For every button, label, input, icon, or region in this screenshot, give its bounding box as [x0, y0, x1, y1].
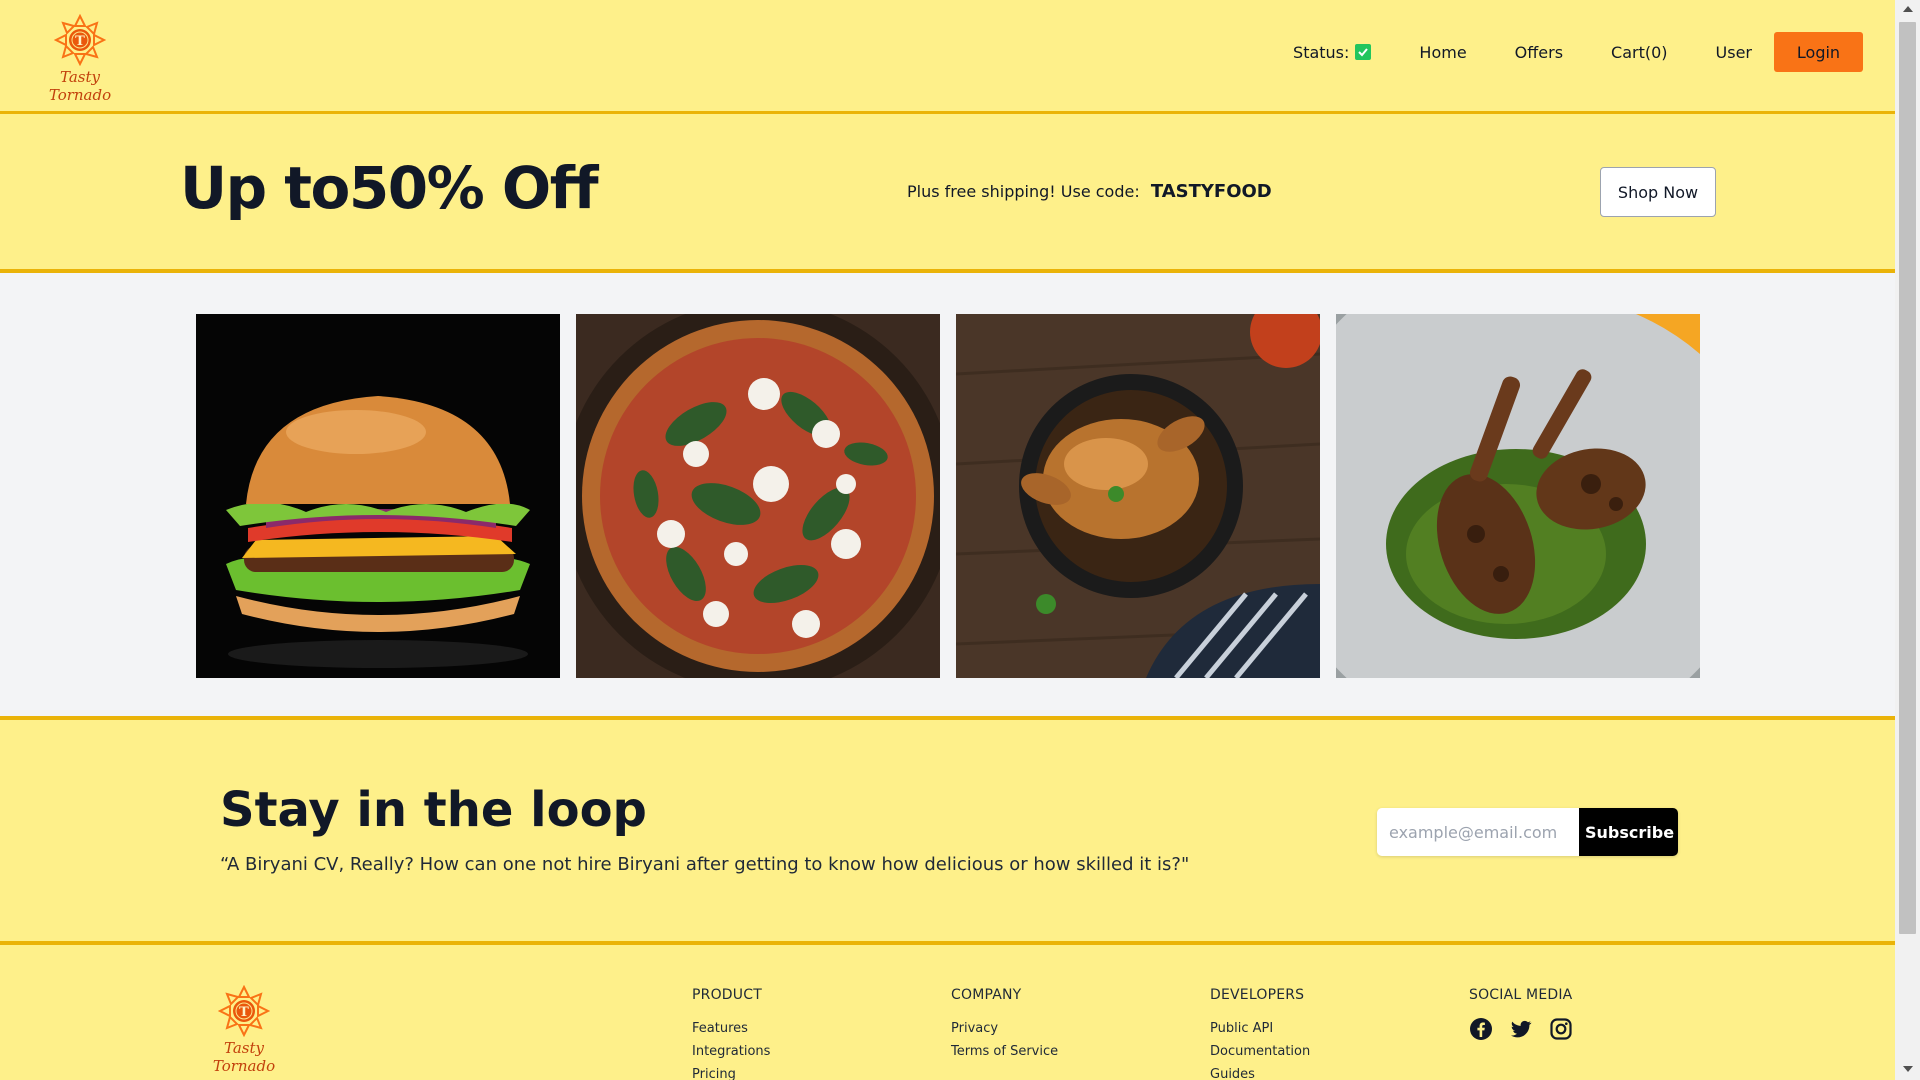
newsletter-title: Stay in the loop — [220, 782, 647, 838]
roast-chicken-image — [956, 314, 1320, 678]
footer-link-features[interactable]: Features — [692, 1021, 770, 1036]
footer-column-title: PRODUCT — [692, 987, 762, 1003]
promo-code: TASTYFOOD — [1150, 181, 1272, 202]
email-input[interactable] — [1377, 808, 1579, 856]
brand-logo[interactable]: T Tasty Tornado — [30, 14, 130, 104]
main-nav: Status: Home Offers Cart(0) User Login — [1293, 32, 1863, 72]
instagram-icon[interactable] — [1549, 1017, 1573, 1041]
twitter-icon[interactable] — [1509, 1017, 1533, 1041]
newsletter-section: Stay in the loop “A Biryani CV, Really? … — [0, 720, 1895, 945]
nav-home-link[interactable]: Home — [1419, 43, 1466, 62]
footer-brand-name: Tasty Tornado — [212, 1039, 276, 1075]
footer-brand-logo[interactable]: T Tasty Tornado — [194, 985, 294, 1075]
svg-text:T: T — [75, 34, 85, 49]
footer-link-privacy[interactable]: Privacy — [951, 1021, 1058, 1036]
footer-link-integrations[interactable]: Integrations — [692, 1044, 770, 1059]
nav-cart-link[interactable]: Cart(0) — [1611, 43, 1668, 62]
social-links — [1469, 1017, 1573, 1041]
nav-offers-link[interactable]: Offers — [1515, 43, 1563, 62]
shop-now-button[interactable]: Shop Now — [1600, 167, 1716, 217]
footer-column-title: SOCIAL MEDIA — [1469, 987, 1573, 1003]
promo-text: Plus free shipping! Use code: — [907, 182, 1140, 201]
login-button[interactable]: Login — [1774, 32, 1863, 72]
page: T Tasty Tornado Status: Home Offers Cart… — [0, 0, 1895, 1080]
status-indicator: Status: — [1293, 42, 1372, 62]
footer-column-title: COMPANY — [951, 987, 1022, 1003]
scroll-down-arrow-icon[interactable] — [1903, 1066, 1913, 1072]
scrollbar-thumb[interactable] — [1899, 22, 1916, 934]
promo-banner: Up to50% Off Plus free shipping! Use cod… — [0, 114, 1895, 273]
subscribe-button[interactable]: Subscribe — [1579, 808, 1678, 856]
facebook-icon[interactable] — [1469, 1017, 1493, 1041]
footer-column-company: COMPANY Privacy Terms of Service — [951, 987, 1058, 1067]
checkmark-icon — [1355, 44, 1372, 60]
site-footer: T Tasty Tornado PRODUCT Features Integra… — [0, 945, 1895, 1080]
grilled-chicken-image — [1336, 314, 1700, 678]
svg-text:T: T — [239, 1005, 249, 1020]
newsletter-quote: “A Biryani CV, Really? How can one not h… — [220, 854, 1190, 875]
footer-column-title: DEVELOPERS — [1210, 987, 1305, 1003]
burger-image — [196, 314, 560, 678]
scroll-up-arrow-icon[interactable] — [1903, 6, 1913, 12]
nav-user-link[interactable]: User — [1716, 43, 1752, 62]
pizza-image — [576, 314, 940, 678]
page-scrollbar[interactable] — [1895, 0, 1920, 1080]
footer-link-terms[interactable]: Terms of Service — [951, 1044, 1058, 1059]
food-gallery — [0, 273, 1895, 720]
footer-column-product: PRODUCT Features Integrations Pricing — [692, 987, 770, 1080]
footer-link-documentation[interactable]: Documentation — [1210, 1044, 1310, 1059]
site-header: T Tasty Tornado Status: Home Offers Cart… — [0, 0, 1895, 114]
footer-link-public-api[interactable]: Public API — [1210, 1021, 1310, 1036]
footer-link-pricing[interactable]: Pricing — [692, 1067, 770, 1080]
status-label: Status: — [1293, 42, 1350, 62]
promo-title: Up to50% Off — [180, 154, 599, 222]
brand-name: Tasty Tornado — [48, 68, 112, 104]
tornado-logo-icon: T — [54, 14, 106, 66]
footer-column-developers: DEVELOPERS Public API Documentation Guid… — [1210, 987, 1310, 1080]
footer-link-guides[interactable]: Guides — [1210, 1067, 1310, 1080]
promo-description: Plus free shipping! Use code: TASTYFOOD — [907, 181, 1272, 202]
subscribe-form: Subscribe — [1377, 808, 1678, 856]
tornado-logo-icon: T — [218, 985, 270, 1037]
footer-column-social: SOCIAL MEDIA — [1469, 987, 1573, 1041]
